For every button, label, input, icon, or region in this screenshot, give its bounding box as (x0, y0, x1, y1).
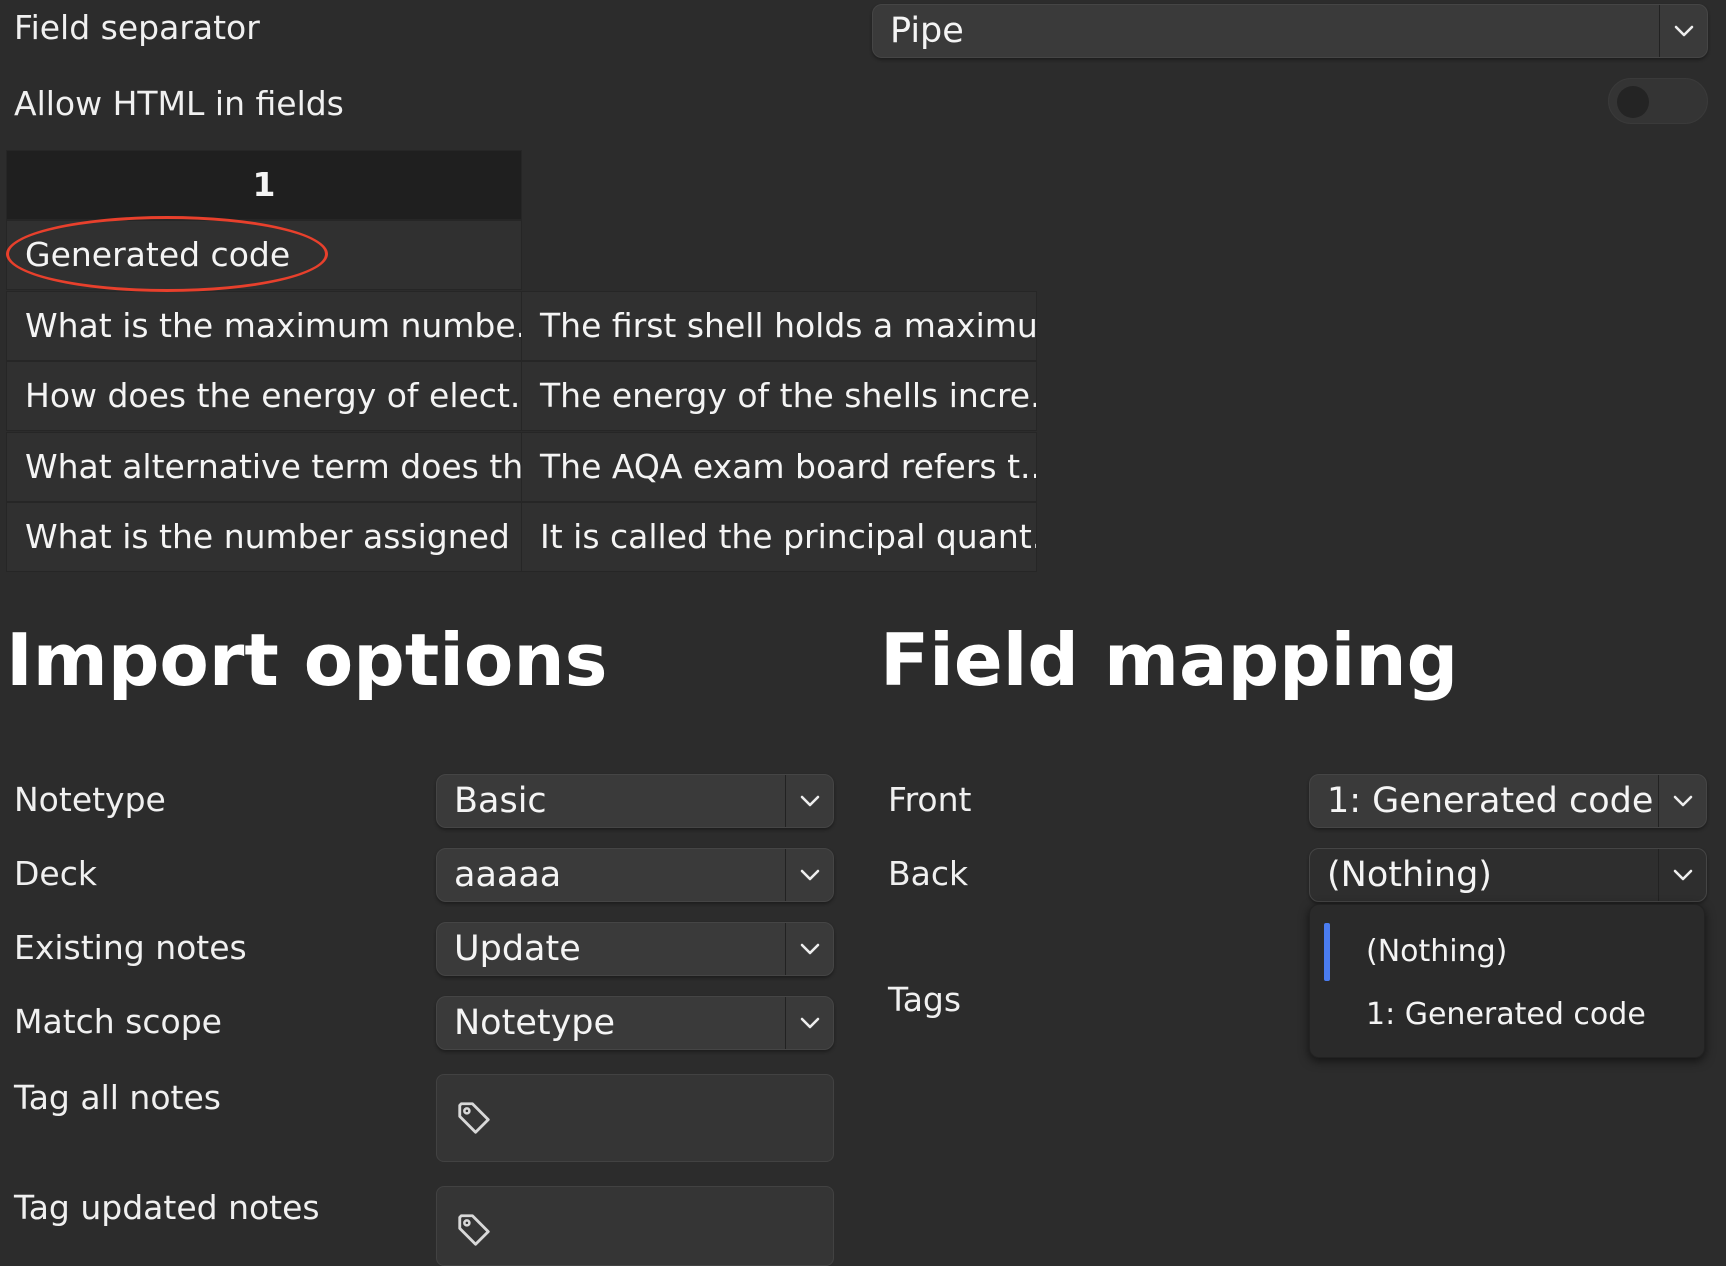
front-label: Front (888, 780, 972, 819)
chevron-down-icon (785, 775, 833, 827)
deck-select[interactable]: aaaaa (436, 848, 834, 902)
existing-notes-value: Update (454, 929, 581, 969)
chevron-down-icon (785, 849, 833, 901)
chevron-down-icon (785, 997, 833, 1049)
tag-icon (455, 1211, 493, 1253)
existing-notes-label: Existing notes (14, 928, 247, 967)
field-separator-label: Field separator (14, 8, 260, 47)
match-scope-label: Match scope (14, 1002, 222, 1041)
front-mapping-value: 1: Generated code (1327, 781, 1654, 821)
table-cell: How does the energy of elect... (6, 361, 522, 431)
preview-first-row-cell: Generated code (6, 220, 522, 290)
toggle-knob (1617, 86, 1649, 118)
tags-label: Tags (888, 980, 962, 1019)
back-label: Back (888, 854, 969, 893)
selection-indicator (1324, 923, 1330, 981)
dropdown-option-generated-code[interactable]: 1: Generated code (1366, 997, 1646, 1032)
back-mapping-select[interactable]: (Nothing) (1309, 848, 1707, 902)
chevron-down-icon (785, 923, 833, 975)
table-cell: The energy of the shells incre... (521, 361, 1037, 431)
allow-html-label: Allow HTML in fields (14, 84, 344, 123)
chevron-down-icon (1659, 5, 1707, 57)
back-mapping-dropdown: (Nothing) 1: Generated code (1309, 904, 1705, 1058)
table-cell: What alternative term does th... (6, 432, 522, 502)
front-mapping-select[interactable]: 1: Generated code (1309, 774, 1707, 828)
existing-notes-select[interactable]: Update (436, 922, 834, 976)
deck-value: aaaaa (454, 855, 562, 895)
tag-updated-notes-input[interactable] (436, 1186, 834, 1266)
import-options-heading: Import options (6, 618, 608, 702)
notetype-select[interactable]: Basic (436, 774, 834, 828)
table-cell: The first shell holds a maximu... (521, 291, 1037, 361)
tag-icon (455, 1099, 493, 1141)
preview-column-header: 1 (6, 150, 522, 220)
back-mapping-value: (Nothing) (1327, 855, 1492, 895)
match-scope-value: Notetype (454, 1003, 616, 1043)
table-cell: The AQA exam board refers t... (521, 432, 1037, 502)
dropdown-option-nothing[interactable]: (Nothing) (1366, 934, 1507, 969)
table-cell: It is called the principal quant... (521, 502, 1037, 572)
notetype-label: Notetype (14, 780, 166, 819)
field-mapping-heading: Field mapping (880, 618, 1459, 702)
table-cell: What is the maximum numbe... (6, 291, 522, 361)
tag-updated-notes-label: Tag updated notes (14, 1188, 320, 1227)
field-separator-value: Pipe (890, 11, 964, 51)
tag-all-notes-label: Tag all notes (14, 1078, 221, 1117)
allow-html-toggle[interactable] (1608, 78, 1708, 124)
notetype-value: Basic (454, 781, 547, 821)
chevron-down-icon (1658, 775, 1706, 827)
match-scope-select[interactable]: Notetype (436, 996, 834, 1050)
field-separator-select[interactable]: Pipe (872, 4, 1708, 58)
tag-all-notes-input[interactable] (436, 1074, 834, 1162)
chevron-down-icon (1658, 849, 1706, 901)
table-cell: What is the number assigned ... (6, 502, 522, 572)
deck-label: Deck (14, 854, 97, 893)
